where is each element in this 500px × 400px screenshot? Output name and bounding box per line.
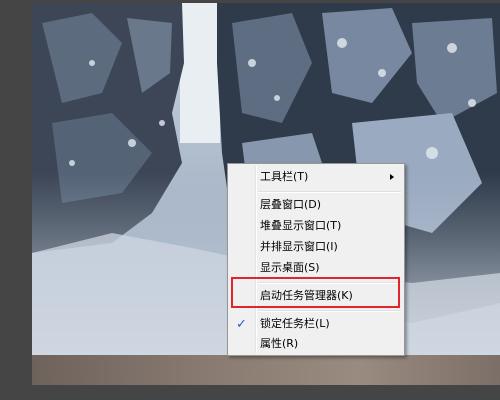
menu-item-label: 层叠窗口(D) — [260, 198, 322, 211]
menu-item-properties[interactable]: 属性(R) — [230, 334, 402, 354]
menu-item-label: 属性(R) — [260, 337, 299, 350]
submenu-arrow-icon — [390, 174, 394, 180]
menu-item-label: 堆叠显示窗口(T) — [260, 219, 342, 232]
menu-item-stack-windows[interactable]: 堆叠显示窗口(T) — [230, 216, 402, 236]
taskbar-context-menu: 工具栏(T) 层叠窗口(D) 堆叠显示窗口(T) 并排显示窗口(I) 显示桌面(… — [227, 163, 405, 356]
menu-item-label: 工具栏(T) — [260, 170, 309, 183]
menu-item-label: 并排显示窗口(I) — [260, 240, 338, 253]
menu-separator — [258, 191, 401, 193]
checkmark-icon: ✓ — [236, 317, 247, 332]
menu-item-show-desktop[interactable]: 显示桌面(S) — [230, 258, 402, 278]
menu-item-toolbars[interactable]: 工具栏(T) — [230, 167, 402, 187]
menu-item-lock-taskbar[interactable]: ✓ 锁定任务栏(L) — [230, 314, 402, 334]
menu-item-side-by-side-windows[interactable]: 并排显示窗口(I) — [230, 237, 402, 257]
menu-item-label: 显示桌面(S) — [260, 261, 320, 274]
annotation-highlight-box — [231, 277, 400, 308]
taskbar[interactable] — [32, 355, 500, 385]
menu-item-cascade-windows[interactable]: 层叠窗口(D) — [230, 195, 402, 215]
menu-item-label: 锁定任务栏(L) — [260, 317, 330, 330]
menu-separator — [258, 310, 401, 312]
